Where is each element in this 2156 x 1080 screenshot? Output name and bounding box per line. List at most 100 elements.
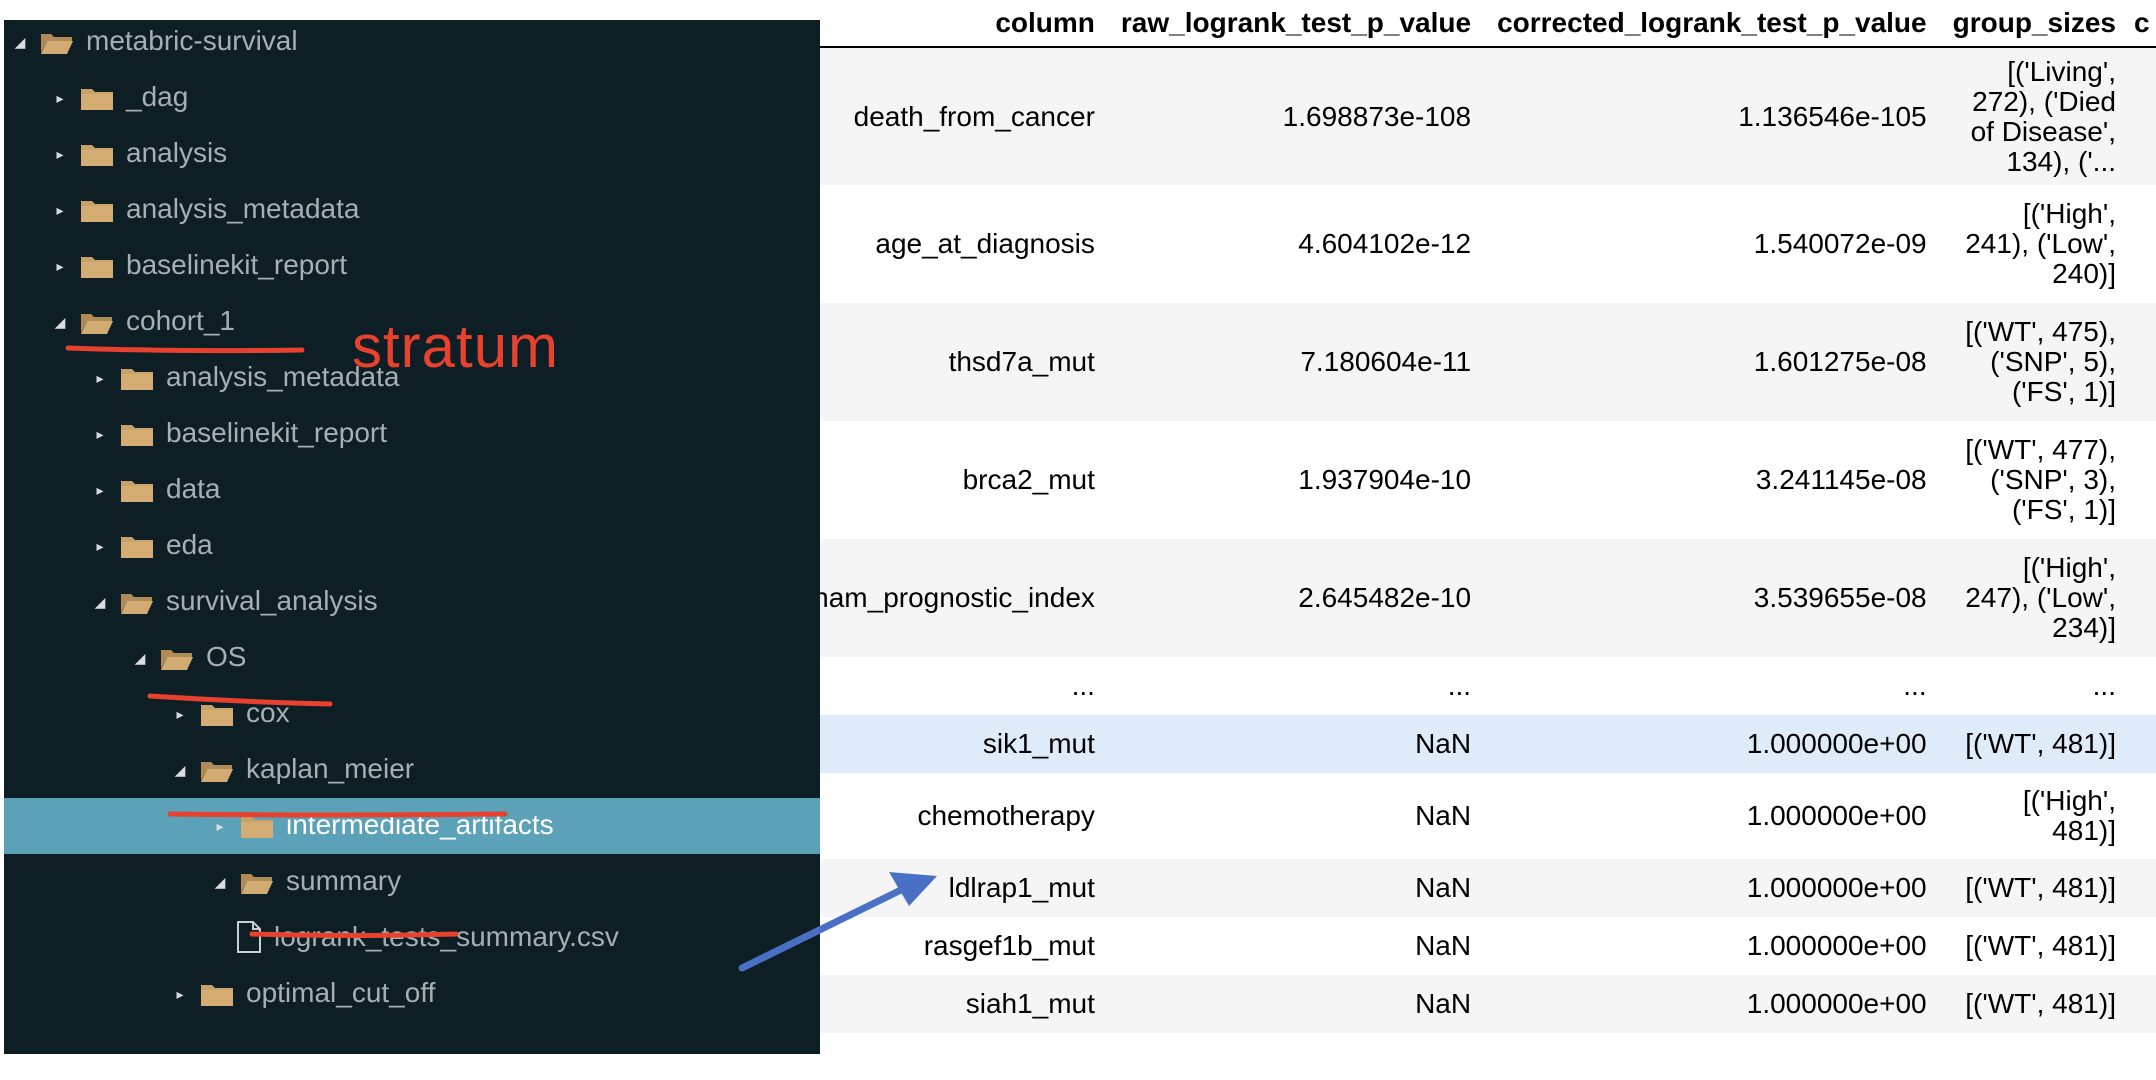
folder-open-icon (120, 590, 154, 614)
cell-extra (2130, 773, 2156, 859)
table-row: chemotherapy NaN 1.000000e+00 [('High', 481… (717, 773, 2156, 859)
expanded-caret-icon[interactable]: ◢ (10, 32, 30, 52)
folder-open-icon (80, 310, 114, 334)
folder-icon (80, 142, 114, 166)
folder-icon (80, 198, 114, 222)
tree-item-label: optimal_cut_off (246, 977, 436, 1008)
cell-extra (2130, 657, 2156, 715)
collapsed-caret-icon[interactable]: ▸ (50, 200, 70, 220)
cell-group-sizes: [('WT', 475), ('SNP', 5), ('FS', 1)] (1940, 303, 2130, 421)
tree-item[interactable]: ▸ baselinekit_report (4, 238, 820, 294)
collapsed-caret-icon[interactable]: ▸ (90, 536, 110, 556)
cell-raw-p-value: NaN (1108, 715, 1486, 773)
tree-item-label: data (166, 473, 221, 504)
tree-item[interactable]: ◢ metabric-survival (4, 20, 820, 70)
cell-group-sizes: [('High', 481)] (1940, 773, 2130, 859)
header-corrected-p-value[interactable]: corrected_logrank_test_p_value (1485, 0, 1941, 48)
expanded-caret-icon[interactable]: ◢ (130, 648, 150, 668)
tree-item[interactable]: logrank_tests_summary.csv (4, 910, 820, 966)
header-extra[interactable]: c (2130, 0, 2156, 48)
cell-corrected-p-value: 1.136546e-105 (1485, 47, 1941, 185)
collapsed-caret-icon[interactable]: ▸ (90, 424, 110, 444)
tree-item-label: baselinekit_report (166, 417, 388, 448)
expanded-caret-icon[interactable]: ◢ (170, 760, 190, 780)
expanded-caret-icon[interactable]: ◢ (90, 592, 110, 612)
folder-open-icon (200, 758, 234, 782)
tree-item[interactable]: ◢ OS (4, 630, 820, 686)
tree-item[interactable]: ▸ optimal_cut_off (4, 966, 820, 1022)
cell-corrected-p-value: 1.000000e+00 (1485, 773, 1941, 859)
cell-group-sizes: [('High', 241), ('Low', 240)] (1940, 185, 2130, 303)
tree-item-label: analysis_metadata (166, 361, 400, 392)
folder-icon (120, 534, 154, 558)
table-row: ............ (717, 657, 2156, 715)
tree-item[interactable]: ◢ summary (4, 854, 820, 910)
collapsed-caret-icon[interactable]: ▸ (50, 256, 70, 276)
tree-item-label: logrank_tests_summary.csv (274, 921, 619, 952)
tree-item[interactable]: ◢ survival_analysis (4, 574, 820, 630)
cell-raw-p-value: NaN (1108, 773, 1486, 859)
tree-item[interactable]: ▸ cox (4, 686, 820, 742)
cell-raw-p-value: ... (1108, 657, 1486, 715)
table-row: ldlrap1_mut NaN 1.000000e+00 [('WT', 481)] (717, 859, 2156, 917)
cell-corrected-p-value: 1.000000e+00 (1485, 917, 1941, 975)
tree-item[interactable]: ▸ _dag (4, 70, 820, 126)
tree-item-label: summary (286, 865, 402, 896)
expanded-caret-icon[interactable]: ◢ (50, 312, 70, 332)
header-group-sizes[interactable]: group_sizes (1940, 0, 2130, 48)
collapsed-caret-icon[interactable]: ▸ (90, 368, 110, 388)
folder-icon (200, 982, 234, 1006)
cell-raw-p-value: NaN (1108, 917, 1486, 975)
cell-extra (2130, 185, 2156, 303)
cell-corrected-p-value: 1.000000e+00 (1485, 975, 1941, 1033)
tree-item-label: kaplan_meier (246, 753, 415, 784)
tree-item[interactable]: ▸ analysis_metadata (4, 182, 820, 238)
cell-extra (2130, 859, 2156, 917)
cell-raw-p-value: 1.937904e-10 (1108, 421, 1486, 539)
cell-corrected-p-value: 1.540072e-09 (1485, 185, 1941, 303)
cell-extra (2130, 303, 2156, 421)
table-row: nottingham_prognostic_index 2.645482e-10 3… (717, 539, 2156, 657)
tree-item[interactable]: ◢ cohort_1 (4, 294, 820, 350)
table-row: brca2_mut 1.937904e-10 3.241145e-08 [('WT',… (717, 421, 2156, 539)
folder-icon (120, 366, 154, 390)
folder-open-icon (160, 646, 194, 670)
cell-extra (2130, 715, 2156, 773)
folder-icon (240, 814, 274, 838)
folder-icon (200, 702, 234, 726)
collapsed-caret-icon[interactable]: ▸ (170, 704, 190, 724)
tree-item[interactable]: ▸ data (4, 462, 820, 518)
collapsed-caret-icon[interactable]: ▸ (170, 984, 190, 1004)
cell-raw-p-value: 2.645482e-10 (1108, 539, 1486, 657)
tree-item-label: _dag (126, 81, 189, 112)
collapsed-caret-icon[interactable]: ▸ (50, 88, 70, 108)
dataframe-view: column raw_logrank_test_p_value correcte… (600, 0, 2156, 1080)
tree-item-label: analysis_metadata (126, 193, 360, 224)
tree-item[interactable]: ▸ analysis_metadata (4, 350, 820, 406)
tree-item[interactable]: ▸ baselinekit_report (4, 406, 820, 462)
tree-item[interactable]: ▸ analysis (4, 126, 820, 182)
tree-item-label: eda (166, 529, 213, 560)
tree-item-label: survival_analysis (166, 585, 378, 616)
folder-icon (120, 422, 154, 446)
cell-raw-p-value: 1.698873e-108 (1108, 47, 1486, 185)
folder-open-icon (40, 30, 74, 54)
cell-extra (2130, 917, 2156, 975)
tree-item-label: analysis (126, 137, 228, 168)
tree-item[interactable]: ▸ eda (4, 518, 820, 574)
cell-group-sizes: [('Living', 272), ('Died of Disease', 13… (1940, 47, 2130, 185)
collapsed-caret-icon[interactable]: ▸ (90, 480, 110, 500)
cell-group-sizes: ... (1940, 657, 2130, 715)
cell-group-sizes: [('WT', 481)] (1940, 859, 2130, 917)
tree-item[interactable]: ▸ intermediate_artifacts (4, 798, 820, 854)
file-explorer-panel: ◢ metabric-survival ▸ _dag ▸ analysis ▸ analysi… (4, 20, 820, 1054)
expanded-caret-icon[interactable]: ◢ (210, 872, 230, 892)
header-raw-p-value[interactable]: raw_logrank_test_p_value (1108, 0, 1486, 48)
collapsed-caret-icon[interactable]: ▸ (210, 816, 230, 836)
tree-item-label: baselinekit_report (126, 249, 348, 280)
tree-item-label: cox (246, 697, 290, 728)
collapsed-caret-icon[interactable]: ▸ (50, 144, 70, 164)
cell-extra (2130, 47, 2156, 185)
table-row: age_at_diagnosis 4.604102e-12 1.540072e-09… (717, 185, 2156, 303)
tree-item[interactable]: ◢ kaplan_meier (4, 742, 820, 798)
